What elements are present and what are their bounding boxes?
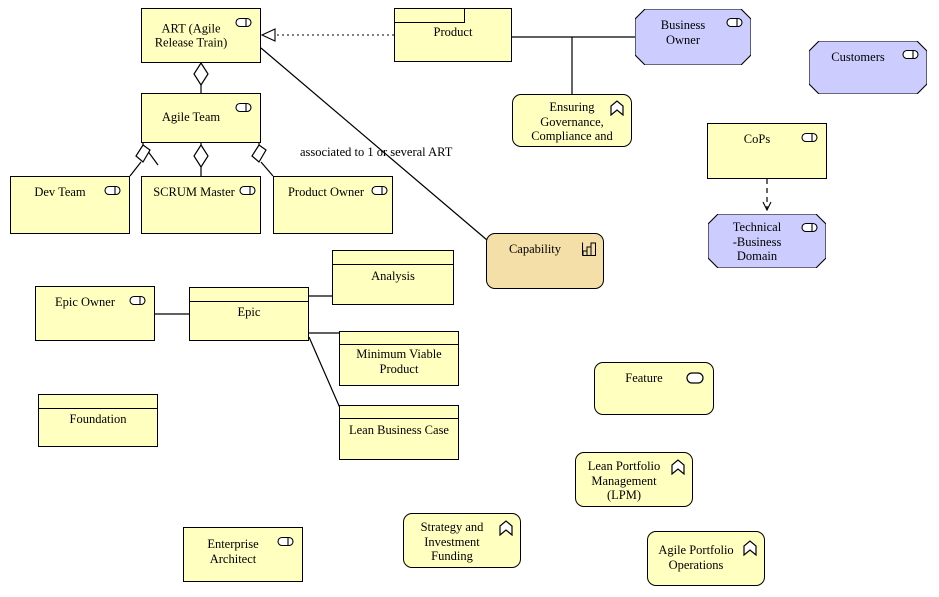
edge-epic-to-lean-business-case: [308, 336, 341, 409]
node-epic-label: Epic: [237, 305, 261, 319]
node-art-label: ART (Agile Release Train): [154, 21, 228, 50]
node-feature-label: Feature: [625, 371, 663, 385]
node-agile-team-label: Agile Team: [161, 110, 221, 124]
edge-product-to-art: [260, 28, 394, 42]
node-feature[interactable]: Feature: [594, 362, 714, 415]
node-lean-portfolio-management[interactable]: Lean Portfolio Management (LPM): [575, 452, 693, 507]
node-scrum-master[interactable]: SCRUM Master: [141, 176, 261, 234]
compartment-divider: [340, 344, 458, 345]
node-minimum-viable-product[interactable]: Minimum Viable Product: [339, 331, 459, 386]
node-agile-portfolio-operations[interactable]: Agile Portfolio Operations: [647, 531, 765, 586]
node-capability-label: Capability: [508, 242, 562, 256]
node-analysis[interactable]: Analysis: [332, 250, 454, 305]
node-epic-owner[interactable]: Epic Owner: [35, 286, 155, 341]
role-icon: [801, 131, 819, 144]
process-icon: [670, 459, 686, 475]
role-icon: [104, 184, 122, 197]
process-icon: [609, 100, 625, 116]
node-lean-business-case-label: Lean Business Case: [349, 423, 449, 437]
node-technical-business-domain[interactable]: Technical -Business Domain: [708, 214, 826, 268]
node-technical-business-domain-label: Technical -Business Domain: [732, 220, 782, 263]
diagram-canvas: ART : dashed realization with hollow tri…: [0, 0, 939, 597]
edge-agile-team-to-product-owner: [251, 143, 274, 177]
role-icon: [902, 48, 920, 61]
role-icon: [235, 101, 253, 114]
node-business-owner[interactable]: Business Owner: [635, 9, 751, 65]
node-dev-team-label: Dev Team: [34, 185, 86, 199]
node-product-label: Product: [433, 25, 473, 39]
node-customers[interactable]: Customers: [809, 41, 927, 94]
node-agile-portfolio-operations-label: Agile Portfolio Operations: [658, 543, 734, 572]
node-capability[interactable]: Capability: [486, 233, 604, 289]
node-dev-team[interactable]: Dev Team: [10, 176, 130, 234]
node-minimum-viable-product-label: Minimum Viable Product: [356, 347, 442, 376]
node-cops-label: CoPs: [743, 132, 771, 146]
role-icon: [129, 294, 147, 307]
node-product[interactable]: Product: [394, 8, 512, 62]
service-icon: [686, 372, 704, 384]
node-epic[interactable]: Epic: [189, 287, 309, 341]
node-lean-portfolio-management-label: Lean Portfolio Management (LPM): [587, 459, 661, 502]
role-icon: [801, 221, 819, 234]
compartment-divider: [333, 264, 453, 265]
edge-label-associated-to-art: associated to 1 or several ART: [300, 145, 453, 159]
node-lean-business-case[interactable]: Lean Business Case: [339, 405, 459, 460]
node-product-owner[interactable]: Product Owner: [273, 176, 393, 234]
capability-icon: [582, 242, 596, 256]
node-cops[interactable]: CoPs: [707, 123, 827, 179]
role-icon: [235, 16, 253, 29]
node-foundation-label: Foundation: [69, 412, 127, 426]
edge-agile-team-to-scrum-master: [193, 143, 209, 176]
node-epic-owner-label: Epic Owner: [54, 295, 116, 309]
product-tab: [395, 9, 465, 23]
node-foundation[interactable]: Foundation: [38, 394, 158, 447]
compartment-divider: [39, 408, 157, 409]
node-agile-team[interactable]: Agile Team: [141, 93, 261, 143]
node-ensuring-governance[interactable]: Ensuring Governance, Compliance and: [512, 94, 632, 147]
process-icon: [742, 540, 758, 556]
node-product-owner-label: Product Owner: [287, 185, 365, 199]
node-strategy-investment-funding[interactable]: Strategy and Investment Funding: [403, 513, 521, 568]
role-icon: [277, 535, 295, 548]
node-enterprise-architect[interactable]: Enterprise Architect: [183, 527, 303, 582]
role-icon: [239, 184, 257, 197]
node-enterprise-architect-label: Enterprise Architect: [207, 537, 259, 566]
node-strategy-investment-funding-label: Strategy and Investment Funding: [420, 520, 484, 563]
edge-agile-team-to-dev-team: [129, 143, 159, 177]
node-analysis-label: Analysis: [371, 269, 415, 283]
node-business-owner-label: Business Owner: [660, 18, 706, 47]
compartment-divider: [340, 418, 458, 419]
edge-art-to-agile-team: [193, 61, 209, 93]
node-customers-label: Customers: [831, 50, 885, 64]
compartment-divider: [190, 301, 308, 302]
node-scrum-master-label: SCRUM Master: [153, 185, 235, 199]
role-icon: [371, 184, 389, 197]
role-icon: [726, 16, 744, 29]
node-art[interactable]: ART (Agile Release Train): [141, 8, 261, 63]
process-icon: [498, 520, 514, 536]
